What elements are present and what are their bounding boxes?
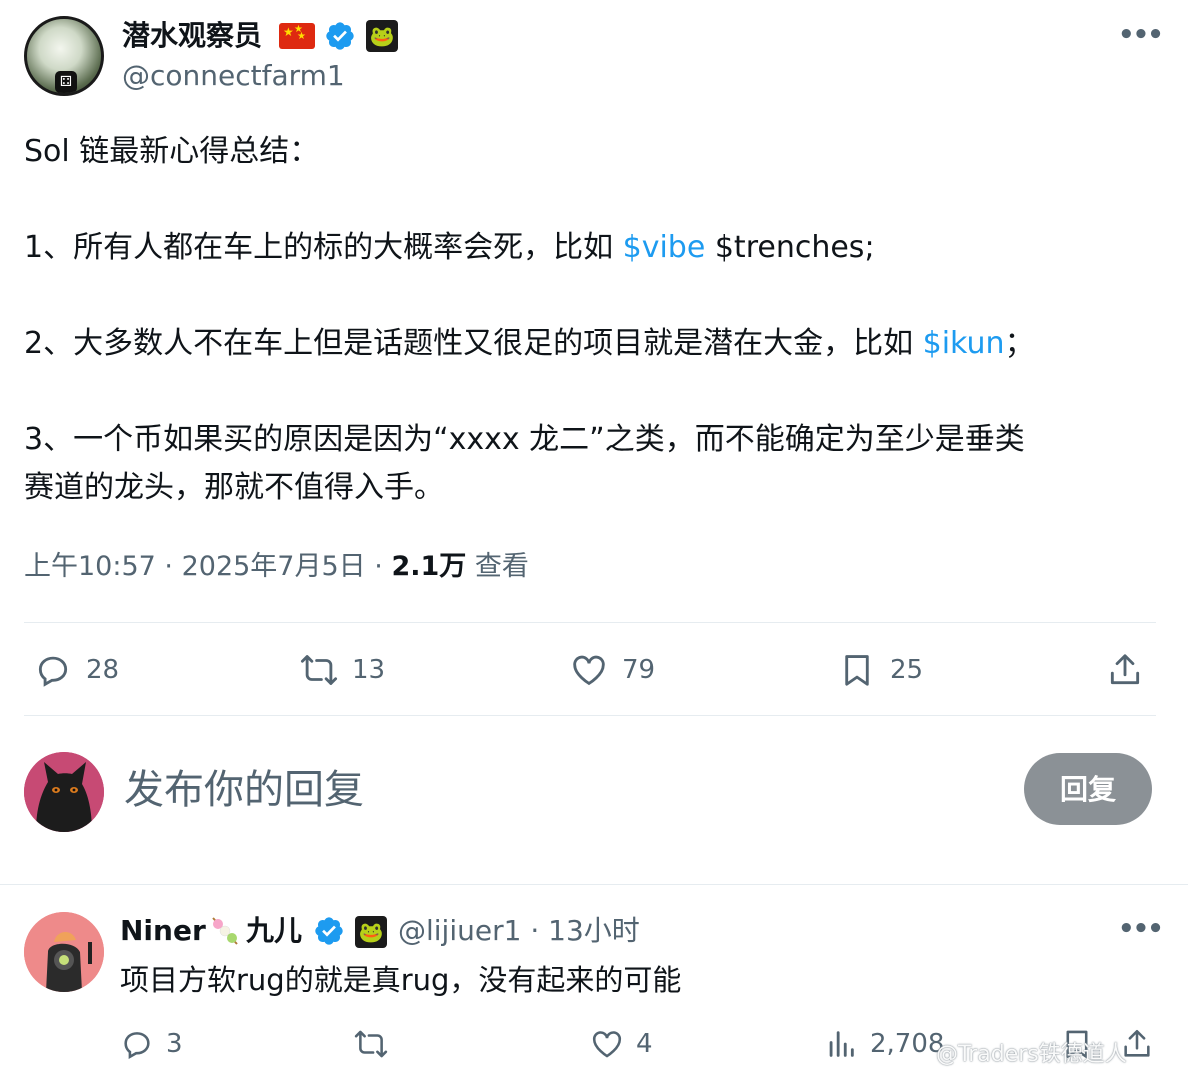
reply-handle[interactable]: @lijiuer1 [398,914,521,947]
reply-author-avatar[interactable] [24,912,104,992]
tweet-text: 2、大多数人不在车上但是话题性又很足的项目就是潜在大金，比如 [24,326,923,361]
tweet-meta: 上午10:57 · 2025年7月5日 · 2.1万 查看 [24,549,529,585]
tweet-line-2: 1、所有人都在车上的标的大概率会死，比如 $vibe $trenches; [24,228,875,268]
user-avatar[interactable] [24,752,104,832]
tweet-date[interactable]: 2025年7月5日 [182,551,366,582]
tweet-line-1: Sol 链最新心得总结： [24,134,320,169]
cat-avatar-icon [24,752,104,832]
more-options-icon[interactable]: ••• [1118,20,1164,50]
separator: · [530,914,540,947]
reply-author-name[interactable]: Niner [120,912,206,950]
separator: · [164,551,173,582]
comment-icon [38,656,68,687]
reply-input[interactable]: 发布你的回复 [124,764,364,816]
tweet-text: $trenches; [705,230,875,265]
retweet-icon [300,655,338,685]
reply-author-name-cn[interactable]: 九儿 [246,912,302,950]
reply-button[interactable]: 回复 [1024,753,1152,825]
share-icon [1110,654,1140,685]
tweet-line-4: 3、一个币如果买的原因是因为“xxxx 龙二”之类，而不能确定为至少是垂类 [24,422,1025,457]
share-action-button[interactable] [1106,648,1144,692]
avatar-illustration-icon [24,912,104,992]
dango-emoji-icon [212,917,238,945]
verified-badge-icon [326,22,354,50]
author-handle[interactable]: @connectfarm1 [122,58,345,94]
reply-like-button[interactable]: 4 [590,1024,653,1064]
reply-reply-button[interactable]: 3 [120,1024,183,1064]
reply-text: 项目方软rug的就是真rug，没有起来的可能 [120,963,682,997]
author-avatar[interactable]: ⚃ [24,16,104,96]
separator: · [374,551,383,582]
more-options-icon[interactable]: ••• [1118,914,1164,944]
views-label: 查看 [474,551,529,582]
comment-icon [124,1032,150,1059]
frog-badge-icon[interactable]: 🐸 [366,20,398,52]
analytics-icon [829,1031,854,1057]
retweet-count: 13 [352,655,386,685]
divider [0,884,1188,885]
bookmark-action-button[interactable]: 25 [838,648,923,692]
cashtag-link[interactable]: $vibe [623,230,706,265]
reply-action-button[interactable]: 28 [34,648,119,692]
avatar-badge-icon: ⚃ [55,71,77,93]
reply-like-count: 4 [636,1029,653,1059]
like-count: 79 [622,655,656,685]
retweet-action-button[interactable]: 13 [300,648,385,692]
china-flag-icon: ★ ★ ★ [279,23,315,49]
tweet-line-3: 2、大多数人不在车上但是话题性又很足的项目就是潜在大金，比如 $ikun； [24,324,1035,364]
reply-views-button[interactable]: 2,708 [824,1024,944,1064]
tweet-text: 1、所有人都在车上的标的大概率会死，比如 [24,230,623,265]
tweet-text: ； [1004,326,1035,361]
tweet-line-5: 赛道的龙头，那就不值得入手。 [24,470,444,505]
reply-count: 28 [86,655,120,685]
divider [24,715,1156,716]
divider [24,622,1156,623]
retweet-icon [354,1030,388,1058]
bookmark-count: 25 [890,655,924,685]
author-display-name[interactable]: 潜水观察员 [122,18,262,54]
bookmark-icon [845,655,869,686]
like-action-button[interactable]: 79 [570,648,655,692]
verified-badge-icon [315,917,343,945]
reply-time[interactable]: 13小时 [548,914,640,947]
watermark: @Traders铁德道人 [936,1042,1127,1067]
reply-view-count: 2,708 [870,1029,945,1059]
reply-retweet-button[interactable] [354,1024,388,1064]
heart-icon [573,655,605,686]
view-count: 2.1万 [391,551,467,582]
frog-badge-icon[interactable]: 🐸 [355,916,387,948]
heart-icon [592,1031,622,1058]
tweet-time[interactable]: 上午10:57 [24,551,156,582]
cashtag-link[interactable]: $ikun [923,326,1005,361]
reply-author-handle: @lijiuer1 · 13小时 [398,912,640,950]
reply-reply-count: 3 [166,1029,183,1059]
